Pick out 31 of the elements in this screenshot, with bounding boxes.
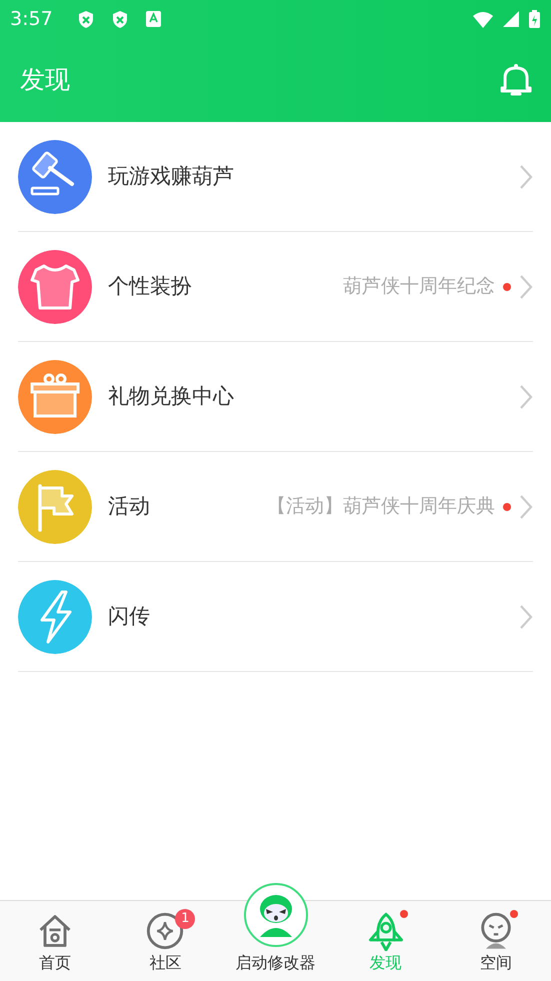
chevron-icon	[519, 274, 533, 300]
shield-icon	[76, 10, 95, 28]
chevron-icon	[519, 604, 533, 630]
nav-tab[interactable]: 空间	[440, 951, 551, 975]
page-title: 发现	[20, 64, 70, 96]
shield-icon	[110, 10, 129, 28]
menu-label: 活动	[108, 492, 150, 520]
wifi-icon	[472, 10, 494, 28]
menu-row[interactable]: 玩游戏赚葫芦	[18, 122, 533, 232]
menu-subtitle: 【活动】葫芦侠十周年庆典	[267, 494, 495, 520]
nav-tab[interactable]: 社区	[110, 951, 220, 975]
signal-icon	[502, 10, 520, 28]
menu-label: 个性装扮	[108, 272, 192, 300]
keyboard-icon	[144, 10, 162, 28]
menu-label: 礼物兑换中心	[108, 382, 234, 410]
community-icon[interactable]	[146, 911, 184, 951]
chevron-icon	[519, 164, 533, 190]
count-badge: 1	[175, 909, 196, 929]
chevron-icon	[519, 494, 533, 520]
status-time: 3:57	[10, 6, 53, 32]
menu-label: 闪传	[108, 602, 150, 630]
nav-tab[interactable]: 首页	[0, 951, 110, 975]
menu-row[interactable]: 礼物兑换中心	[18, 342, 533, 452]
menu-label: 玩游戏赚葫芦	[108, 162, 234, 190]
menu-subtitle: 葫芦侠十周年纪念	[343, 274, 495, 300]
chevron-icon	[519, 384, 533, 410]
menu-row[interactable]: 闪传	[18, 562, 533, 672]
battery-icon	[528, 9, 541, 29]
nav-tab[interactable]: 启动修改器	[220, 951, 331, 975]
menu-row[interactable]: 个性装扮 葫芦侠十周年纪念	[18, 232, 533, 342]
menu-row[interactable]: 活动 【活动】葫芦侠十周年庆典	[18, 452, 533, 562]
